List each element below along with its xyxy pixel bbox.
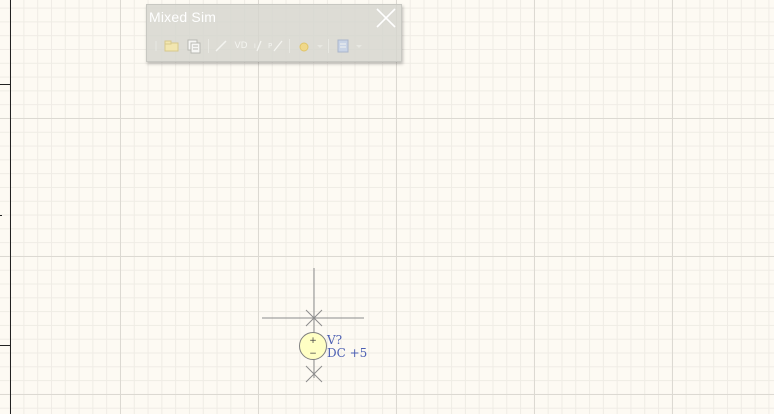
- close-icon: [376, 8, 396, 28]
- toolbar-title[interactable]: Mixed Sim: [149, 9, 216, 25]
- toolbar-separator: [208, 39, 209, 53]
- close-button[interactable]: [375, 7, 397, 29]
- toolbar-separator: [289, 39, 290, 53]
- mixed-sim-toolbar[interactable]: Mixed Sim VD I P: [146, 4, 402, 62]
- component-value: DC +5: [327, 346, 368, 360]
- svg-text:P: P: [268, 42, 272, 50]
- copy-settings-icon[interactable]: [183, 36, 205, 56]
- source-plus-sign: +: [309, 336, 317, 346]
- voltage-probe-label: VD: [234, 41, 248, 51]
- simulation-dropdown-icon[interactable]: [315, 36, 325, 56]
- voltage-probe-icon[interactable]: VD: [230, 36, 252, 56]
- source-minus-sign: −: [309, 349, 317, 359]
- power-probe-icon[interactable]: P: [266, 36, 286, 56]
- schematic-drawing: + −: [262, 268, 364, 383]
- toolbar-buttons: VD I P: [151, 35, 397, 57]
- probe-pen-icon[interactable]: [212, 36, 230, 56]
- current-probe-icon[interactable]: I: [252, 36, 266, 56]
- toolbar-separator: [328, 39, 329, 53]
- setup-analysis-icon[interactable]: [332, 36, 354, 56]
- run-simulation-icon[interactable]: [293, 36, 315, 56]
- setup-dropdown-icon[interactable]: [354, 36, 364, 56]
- open-folder-icon[interactable]: [161, 36, 183, 56]
- svg-text:I: I: [254, 43, 256, 50]
- grip-icon[interactable]: [151, 36, 161, 56]
